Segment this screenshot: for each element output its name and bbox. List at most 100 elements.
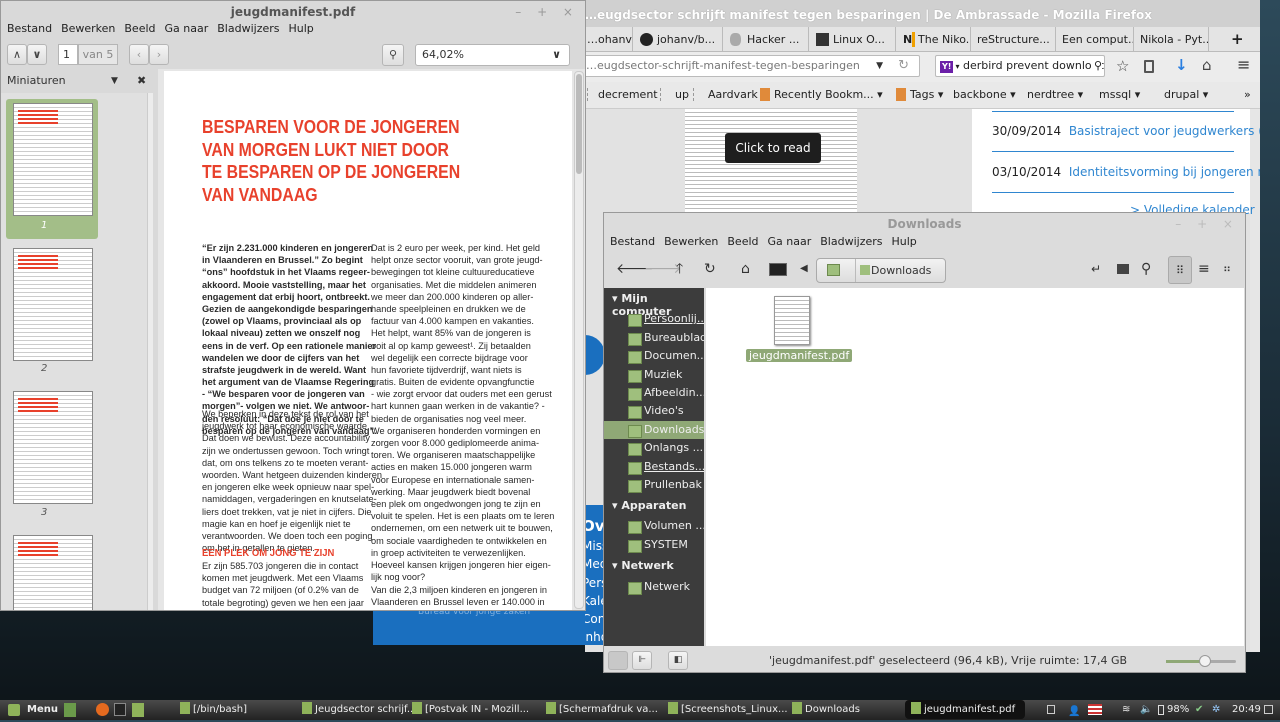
place-trash[interactable]: Prullenbak — [604, 476, 704, 494]
menu-ga-naar[interactable]: Ga naar — [165, 20, 209, 38]
reading-list-icon[interactable] — [1144, 60, 1154, 73]
thumbnail-page-1[interactable] — [13, 103, 93, 216]
tab[interactable]: johanv/b... — [633, 27, 723, 52]
bookmark-recently[interactable]: Recently Bookm... ▾ — [760, 88, 883, 101]
menu-item[interactable]: Cont — [585, 610, 605, 628]
new-tab-button[interactable]: + — [1225, 27, 1250, 52]
menu-item[interactable]: Ove — [585, 515, 605, 537]
task-terminal[interactable]: [/bin/bash] — [180, 700, 247, 720]
menu-bladwijzers[interactable]: Bladwijzers — [217, 20, 279, 38]
place-downloads[interactable]: Downloads — [604, 421, 704, 439]
up-icon[interactable]: 🡑 — [676, 255, 683, 283]
bookmark-tags[interactable]: Tags ▾ — [896, 88, 943, 101]
menu-ga-naar[interactable]: Ga naar — [768, 233, 812, 251]
search-icon[interactable]: ⚲ — [1091, 56, 1102, 76]
search-input[interactable]: Y! ▾ derbird prevent downloac ⚲ — [935, 55, 1105, 77]
bookmarks-overflow[interactable]: » — [1244, 88, 1251, 101]
zoom-slider[interactable] — [1166, 655, 1236, 667]
thumbnail-page-4[interactable] — [13, 535, 93, 610]
menu-bestand[interactable]: Bestand — [610, 233, 655, 251]
keyboard-flag-icon[interactable] — [1088, 704, 1102, 715]
bookmark-drupal[interactable]: drupal ▾ — [1152, 88, 1208, 101]
menu-bewerken[interactable]: Bewerken — [664, 233, 718, 251]
bookmark-up[interactable]: up — [660, 88, 689, 101]
menu-beeld[interactable]: Beeld — [124, 20, 155, 38]
place-music[interactable]: Muziek — [604, 366, 704, 384]
list-view-button[interactable]: ≡ — [1198, 255, 1210, 283]
user-icon[interactable]: 👤 — [1068, 702, 1080, 722]
close-icon[interactable]: ✖ — [137, 71, 146, 91]
click-to-read-button[interactable]: Click to read — [725, 133, 821, 163]
place-personal[interactable]: Persoonlij... — [604, 310, 704, 328]
search-button[interactable]: ⚲ — [382, 44, 404, 66]
toggle-path-icon[interactable]: ◀ — [800, 255, 808, 283]
place-videos[interactable]: Video's — [604, 402, 704, 420]
window-controls[interactable]: – + × — [1175, 213, 1239, 235]
tab[interactable]: …ohanv.... — [585, 27, 633, 52]
bookmark-mssql[interactable]: mssql ▾ — [1087, 88, 1140, 101]
zoom-select[interactable]: 64,02% ∨ — [415, 44, 570, 66]
clock[interactable]: 20:49 — [1232, 700, 1261, 720]
battery-icon[interactable] — [1158, 705, 1164, 715]
url-bar[interactable]: …eugdsector-schrijft-manifest-tegen-besp… — [585, 55, 920, 77]
sidebar-dropdown-icon[interactable]: ▼ — [111, 71, 118, 91]
update-shield-icon[interactable]: ✔ — [1195, 700, 1203, 720]
calendar-link[interactable]: Basistraject voor jeugdwerkers (... — [1069, 124, 1260, 138]
menu-icon[interactable]: ≡ — [1237, 55, 1250, 74]
menu-bestand[interactable]: Bestand — [7, 20, 52, 38]
breadcrumb-root-icon[interactable] — [827, 264, 840, 276]
page-number-input[interactable]: 1 — [58, 44, 78, 65]
menu-item[interactable]: Miss — [585, 537, 605, 555]
yahoo-icon[interactable]: Y! — [940, 61, 954, 73]
breadcrumb-downloads[interactable]: Downloads — [855, 259, 931, 282]
bookmark-backbone[interactable]: backbone ▾ — [941, 88, 1016, 101]
place-filesystem[interactable]: Bestands... — [604, 458, 704, 476]
sidebar-scrollbar[interactable] — [147, 93, 153, 610]
menu-hulp[interactable]: Hulp — [289, 20, 314, 38]
menu-bladwijzers[interactable]: Bladwijzers — [820, 233, 882, 251]
document-scrollbar[interactable] — [574, 71, 584, 609]
tab[interactable]: Een comput... — [1056, 27, 1134, 52]
dropbox-icon[interactable]: ✲ — [1212, 700, 1220, 720]
bookmark-nerdtree[interactable]: nerdtree ▾ — [1015, 88, 1083, 101]
section-header[interactable]: ▾ Netwerk — [612, 559, 674, 572]
window-list-icon[interactable] — [1264, 705, 1273, 714]
show-places-button[interactable] — [608, 651, 628, 670]
menu-bewerken[interactable]: Bewerken — [61, 20, 115, 38]
search-icon[interactable]: ⚲ — [1141, 255, 1151, 283]
show-desktop-icon[interactable] — [64, 703, 76, 717]
device-system[interactable]: SYSTEM — [604, 536, 704, 554]
place-desktop[interactable]: Bureaublad — [604, 329, 704, 347]
place-recent[interactable]: Onlangs ... — [604, 439, 704, 457]
reload-icon[interactable]: ↻ — [898, 56, 909, 76]
network-icon[interactable]: ≋ — [1122, 700, 1130, 720]
workspace-icon[interactable] — [1047, 705, 1055, 714]
task-downloads[interactable]: Downloads — [792, 700, 860, 720]
computer-icon[interactable] — [769, 263, 787, 276]
file-item[interactable]: jeugdmanifest.pdf — [746, 296, 853, 366]
forward-button[interactable]: › — [149, 44, 169, 65]
device-volume[interactable]: Volumen ... — [604, 517, 704, 535]
calendar-item[interactable]: 03/10/2014 Identiteitsvorming bij jonger… — [992, 165, 1260, 179]
tab[interactable]: N The Niko... — [896, 27, 971, 52]
zoom-slider-handle[interactable] — [1198, 655, 1211, 667]
volume-icon[interactable]: 🔈 — [1140, 700, 1152, 720]
bookmark-star-icon[interactable]: ☆ — [1116, 57, 1129, 75]
bookmark-decrement[interactable]: decrement — [587, 88, 658, 101]
icon-view-button[interactable]: ⠿ — [1168, 256, 1192, 284]
hide-sidebar-button[interactable]: ◧ — [668, 651, 688, 670]
task-pdf-viewer-active[interactable]: jeugdmanifest.pdf — [905, 700, 1026, 719]
home-icon[interactable]: ⌂ — [1202, 56, 1212, 74]
previous-page-button[interactable]: ∧ — [7, 44, 27, 65]
dropdown-icon[interactable]: ▼ — [876, 56, 883, 76]
menu-item[interactable]: Inho — [585, 628, 605, 645]
calendar-link[interactable]: Identiteitsvorming bij jongeren m... — [1069, 165, 1260, 179]
back-button[interactable]: ‹ — [129, 44, 149, 65]
download-icon[interactable]: ↓ — [1175, 56, 1188, 74]
tab[interactable]: Nikola - Pyt... — [1134, 27, 1209, 52]
tab[interactable]: Hacker ... — [723, 27, 809, 52]
terminal-launcher-icon[interactable] — [114, 703, 126, 716]
compact-view-button[interactable]: ⠶ — [1223, 255, 1231, 283]
home-icon[interactable]: ⌂ — [741, 255, 750, 283]
files-launcher-icon[interactable] — [132, 703, 144, 717]
